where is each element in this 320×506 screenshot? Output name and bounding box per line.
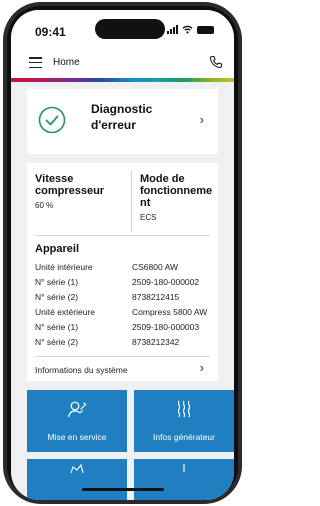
check-circle-icon bbox=[38, 106, 66, 134]
page-title: Home bbox=[53, 57, 80, 68]
mode-title-line2: fonctionneme bbox=[140, 185, 213, 197]
system-info-label: Informations du système bbox=[35, 365, 128, 375]
compressor-speed-title: Vitesse compresseur bbox=[35, 173, 127, 197]
menu-icon[interactable] bbox=[29, 57, 42, 68]
status-icons bbox=[167, 25, 214, 34]
device-row-label: Unité extérieure bbox=[35, 307, 96, 317]
device-row-value: 2509-180-000003 bbox=[132, 322, 200, 332]
diagnostic-title-line1: Diagnostic bbox=[91, 102, 153, 116]
compressor-speed-value: 60 % bbox=[35, 201, 54, 210]
device-section-title: Appareil bbox=[35, 243, 80, 255]
device-row-value: 8738212415 bbox=[132, 292, 180, 302]
device-row-label: N° série (1) bbox=[35, 277, 79, 287]
commissioning-label: Mise en service bbox=[47, 432, 107, 442]
operating-mode-title: Mode de fonctionneme nt bbox=[140, 173, 216, 209]
diagnostic-card[interactable]: Diagnostic d'erreur › bbox=[27, 89, 218, 154]
system-info-link[interactable]: Informations du système › bbox=[27, 357, 218, 381]
device-row-value: 8738212342 bbox=[132, 337, 180, 347]
section-divider bbox=[35, 235, 210, 236]
wifi-icon bbox=[182, 25, 193, 34]
system-overview-card: Vitesse compresseur 60 % Mode de fonctio… bbox=[27, 163, 218, 381]
mode-title-line3: nt bbox=[140, 197, 151, 209]
mode-title-line1: Mode de bbox=[140, 173, 185, 185]
app-header: Home bbox=[11, 48, 234, 78]
device-row-label: N° série (2) bbox=[35, 292, 79, 302]
heat-waves-icon bbox=[177, 400, 191, 418]
device-row-label: N° série (2) bbox=[35, 337, 79, 347]
settings-icon bbox=[70, 463, 84, 473]
device-row-value: 2509-180-000002 bbox=[132, 277, 200, 287]
compressor-title-line2: compresseur bbox=[35, 185, 105, 197]
generator-info-tile[interactable]: Infos générateur bbox=[134, 390, 234, 452]
battery-icon bbox=[197, 25, 214, 34]
commissioning-tile[interactable]: Mise en service bbox=[27, 390, 127, 452]
diagnostic-title-line2: d'erreur bbox=[91, 118, 136, 132]
tile-icon bbox=[183, 464, 185, 472]
status-time: 09:41 bbox=[35, 25, 66, 39]
device-row-label: Unité intérieure bbox=[35, 262, 93, 272]
chevron-right-icon: › bbox=[199, 360, 204, 375]
brand-color-strip bbox=[11, 78, 234, 82]
tile-partial[interactable] bbox=[27, 459, 127, 500]
column-divider bbox=[131, 170, 132, 232]
app-screen: 09:41 Home Diagnostic d'erreur › Vitesse… bbox=[11, 10, 234, 500]
diagnostic-title: Diagnostic d'erreur bbox=[91, 101, 152, 133]
tile-partial[interactable] bbox=[134, 459, 234, 500]
device-row-value: CS6800 AW bbox=[132, 262, 178, 272]
dynamic-island bbox=[95, 19, 165, 39]
phone-icon[interactable] bbox=[208, 54, 224, 70]
compressor-title-line1: Vitesse bbox=[35, 173, 74, 185]
operating-mode-value: ECS bbox=[140, 213, 157, 222]
person-wrench-icon bbox=[67, 401, 87, 418]
chevron-right-icon: › bbox=[199, 112, 204, 127]
signal-icon bbox=[167, 25, 178, 34]
generator-info-label: Infos générateur bbox=[153, 432, 215, 442]
device-row-value: Compress 5800 AW bbox=[132, 307, 208, 317]
home-indicator bbox=[82, 488, 164, 491]
status-bar: 09:41 bbox=[11, 10, 234, 48]
device-row-label: N° série (1) bbox=[35, 322, 79, 332]
